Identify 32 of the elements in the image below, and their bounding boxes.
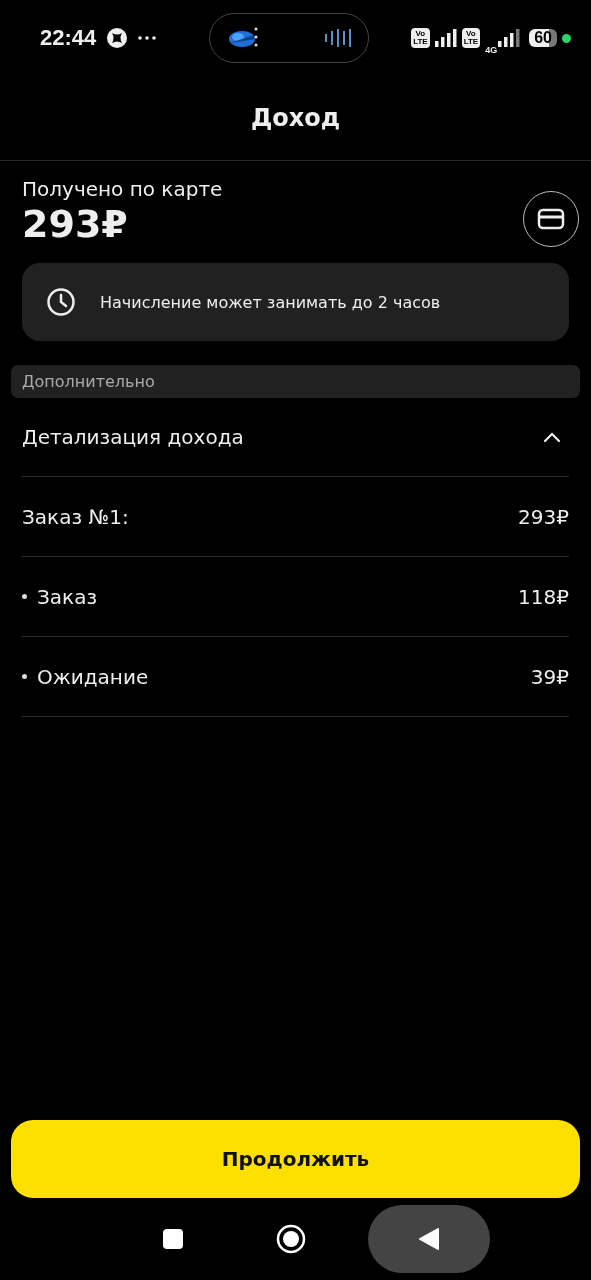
received-label: Получено по карте	[22, 177, 223, 201]
bullet-icon	[22, 594, 27, 599]
home-icon[interactable]	[276, 1224, 306, 1254]
credit-card-icon	[537, 208, 565, 230]
detail-label: Заказ	[37, 584, 98, 609]
volte-badge: Vo LTE	[461, 28, 481, 48]
continue-button[interactable]: Продолжить	[11, 1120, 580, 1198]
recent-apps-icon[interactable]	[162, 1228, 184, 1250]
bullet-icon	[22, 674, 27, 679]
detail-label: Заказ №1:	[22, 504, 129, 529]
battery-indicator: 60	[529, 29, 557, 47]
app-notification-icon	[106, 27, 129, 49]
more-icon	[138, 36, 157, 40]
detail-amount: 293₽	[518, 504, 569, 529]
sound-wave-icon	[323, 27, 352, 49]
status-dot-icon	[562, 33, 571, 43]
detail-amount: 39₽	[530, 664, 569, 689]
network-type: 4G	[485, 45, 498, 55]
status-time: 22:44	[40, 25, 97, 51]
back-icon	[418, 1227, 440, 1251]
clock-icon	[46, 287, 76, 317]
section-label: Дополнительно	[22, 372, 155, 391]
detail-label: Ожидание	[37, 664, 149, 689]
details-toggle[interactable]: Детализация дохода	[22, 398, 569, 477]
signal-icon	[498, 29, 521, 47]
signal-icon	[434, 29, 457, 47]
detail-amount: 118₽	[518, 584, 569, 609]
notice-text: Начисление может занимать до 2 часов	[100, 292, 441, 312]
payment-card-button[interactable]	[523, 191, 579, 247]
received-amount: 293₽	[22, 201, 129, 247]
screen-title: Доход	[250, 104, 341, 132]
volte-badge: Vo LTE	[411, 28, 430, 48]
